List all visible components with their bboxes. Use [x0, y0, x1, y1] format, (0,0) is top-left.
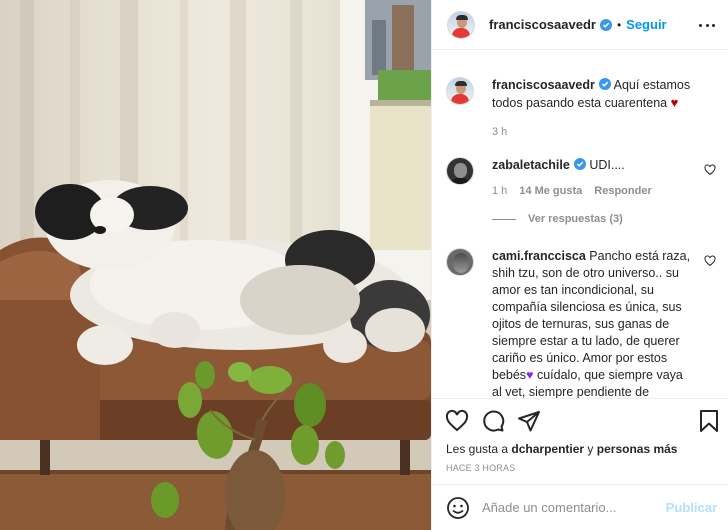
post-header: franciscosaavedr • Seguir	[432, 0, 728, 50]
commenter-username[interactable]: cami.franccisca	[492, 249, 586, 263]
commenter-username[interactable]: zabaletachile	[492, 158, 570, 172]
verified-badge-icon	[598, 78, 611, 90]
emoji-icon[interactable]	[446, 496, 470, 520]
author-username[interactable]: franciscosaavedr	[489, 17, 596, 32]
liker-username[interactable]: dcharpentier	[511, 442, 584, 456]
verified-badge-icon	[599, 18, 612, 31]
post-actions: Les gusta a dcharpentier y personas más …	[432, 398, 728, 473]
caption: franciscosaavedr Aquí estamos todos pasa…	[446, 77, 716, 138]
caption-text: franciscosaavedr Aquí estamos todos pasa…	[492, 77, 716, 112]
share-icon[interactable]	[517, 409, 541, 433]
comment-time[interactable]: 1 h	[492, 185, 507, 197]
comment-body: UDI....	[589, 158, 625, 172]
author-avatar[interactable]	[446, 77, 474, 105]
post-timestamp[interactable]: HACE 3 HORAS	[446, 463, 515, 473]
comments-list[interactable]: franciscosaavedr Aquí estamos todos pasa…	[432, 50, 728, 398]
comment-like-heart-icon[interactable]	[704, 255, 716, 267]
reply-button[interactable]: Responder	[594, 185, 651, 197]
more-options-icon[interactable]	[699, 17, 715, 33]
bookmark-icon[interactable]	[697, 409, 721, 433]
comment-item: cami.franccisca Pancho está raza, shih t…	[446, 248, 716, 398]
comment-body: Pancho está raza, shih tzu, son de otro …	[492, 249, 691, 382]
comment-like-heart-icon[interactable]	[704, 164, 716, 176]
caption-meta: 3 h	[492, 126, 716, 138]
red-heart-emoji: ♥	[670, 95, 679, 110]
post-comment-button[interactable]: Publicar	[666, 500, 717, 515]
likes-conj: y	[587, 442, 594, 456]
follow-button[interactable]: Seguir	[626, 17, 666, 32]
comment-meta: 1 h 14 Me gusta Responder	[492, 185, 716, 197]
separator-dot: •	[616, 17, 622, 32]
view-replies-label: Ver respuestas (3)	[528, 213, 623, 225]
caption-time[interactable]: 3 h	[492, 126, 507, 138]
caption-username[interactable]: franciscosaavedr	[492, 78, 595, 92]
heart-icon[interactable]	[445, 409, 469, 433]
dog-on-sofa-image	[0, 0, 431, 530]
replies-divider	[492, 218, 516, 220]
action-icons-row	[432, 399, 728, 443]
comment-icon[interactable]	[481, 409, 505, 433]
comment-item: zabaletachile UDI.... 1 h 14 Me gusta Re…	[446, 157, 716, 225]
comment-input[interactable]: Añade un comentario...	[482, 500, 666, 515]
commenter-avatar[interactable]	[446, 157, 474, 185]
comment-likes[interactable]: 14 Me gusta	[519, 185, 582, 197]
post-side-panel: franciscosaavedr • Seguir franciscosaave…	[431, 0, 728, 530]
likes-others-link[interactable]: personas más	[597, 442, 678, 456]
author-avatar[interactable]	[447, 10, 475, 39]
likes-prefix: Les gusta a	[446, 442, 509, 456]
post-photo[interactable]	[0, 0, 431, 530]
commenter-avatar[interactable]	[446, 248, 474, 276]
add-comment-bar: Añade un comentario... Publicar	[432, 484, 728, 530]
comment-text: cami.franccisca Pancho está raza, shih t…	[492, 248, 716, 398]
verified-badge-icon	[573, 158, 586, 170]
view-replies-button[interactable]: Ver respuestas (3)	[492, 213, 716, 225]
comment-text: zabaletachile UDI....	[492, 157, 716, 174]
likes-summary: Les gusta a dcharpentier y personas más	[446, 442, 677, 456]
